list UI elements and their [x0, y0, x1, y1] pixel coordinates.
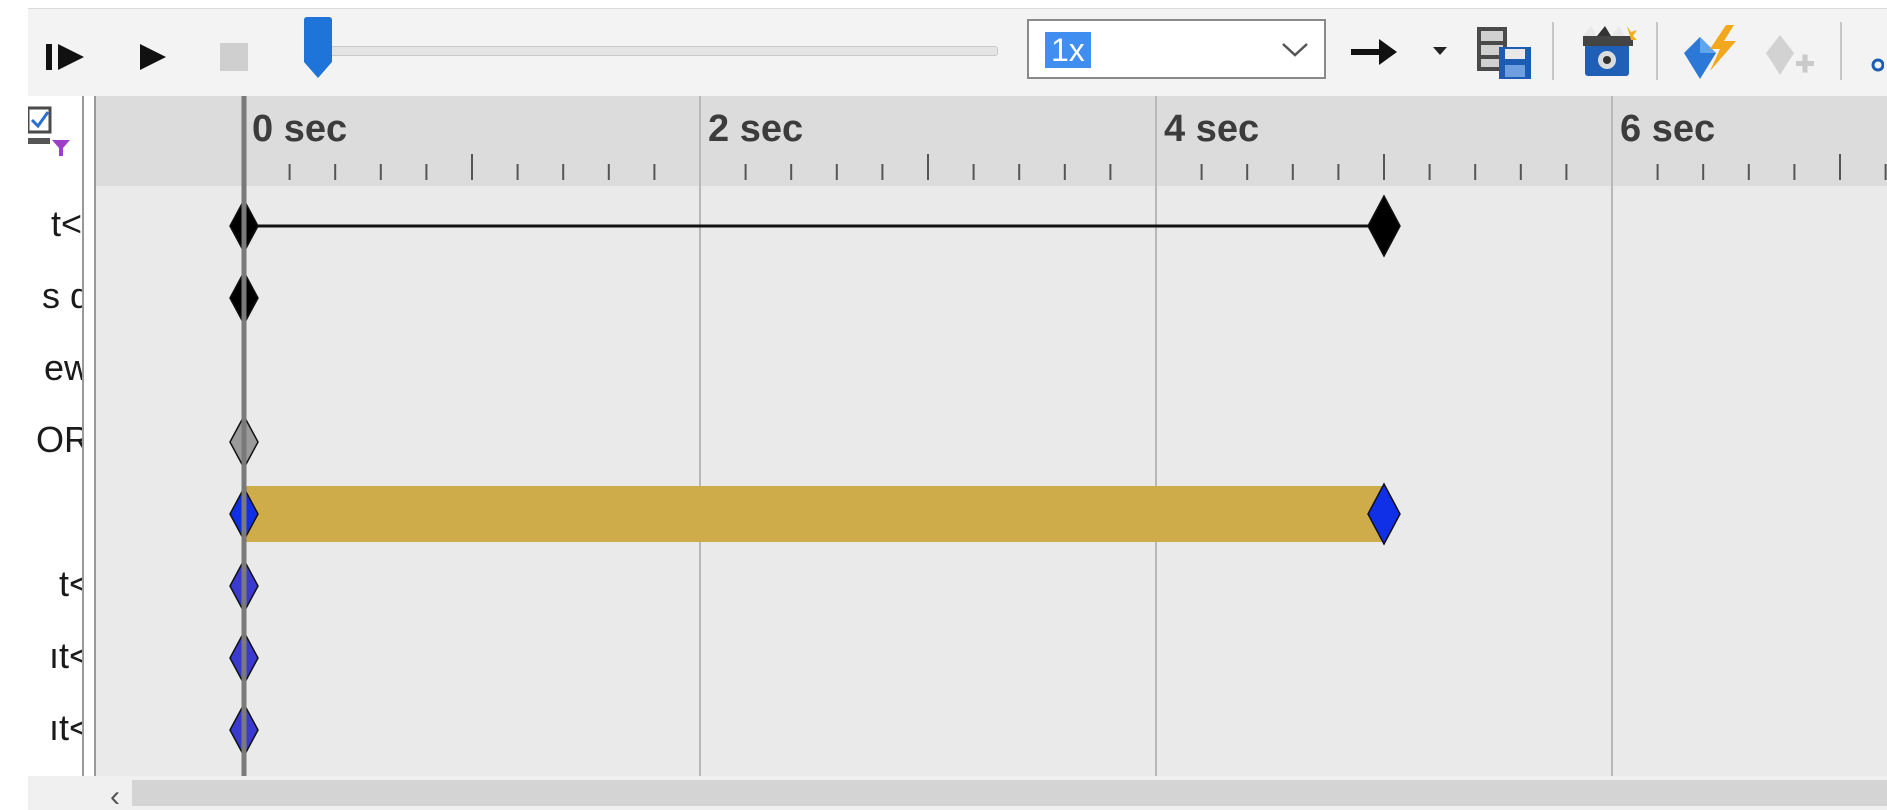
partial-icon — [1871, 58, 1884, 72]
speed-value: 1x — [1045, 32, 1091, 68]
camera-icon — [1583, 26, 1637, 76]
speed-dropdown[interactable]: 1x — [1027, 19, 1326, 79]
keyframe-marker — [1367, 194, 1401, 258]
next-key-button[interactable] — [1346, 30, 1402, 74]
stop-icon — [220, 43, 248, 71]
play-icon — [140, 44, 166, 70]
stop-button[interactable] — [212, 33, 256, 81]
step-play-button[interactable] — [42, 33, 90, 81]
step-play-icon — [46, 44, 84, 70]
track-label[interactable]: OR — [36, 420, 82, 460]
track-label[interactable]: ıt< — [49, 708, 82, 748]
column-splitter[interactable] — [82, 96, 96, 810]
filter-icon — [28, 106, 70, 156]
filter-tracks-button[interactable] — [28, 106, 78, 158]
track-label[interactable]: s d — [42, 276, 82, 316]
record-camera-button[interactable] — [1574, 20, 1642, 86]
track-name-column: t<l s d ew OR t< ıt< ıt< — [28, 96, 82, 776]
timeline-canvas[interactable] — [96, 96, 1887, 776]
play-button[interactable] — [130, 33, 174, 81]
speed-slider-track[interactable] — [322, 46, 998, 56]
horizontal-scrollbar[interactable] — [132, 780, 1887, 806]
set-key-button[interactable] — [1676, 20, 1744, 86]
next-key-dropdown[interactable] — [1426, 38, 1454, 64]
key-lightning-icon — [1684, 25, 1736, 79]
scroll-left-arrow-icon[interactable]: ‹ — [110, 782, 120, 810]
animation-bar — [244, 486, 1384, 542]
add-key-icon — [1766, 35, 1814, 75]
track-label[interactable]: t<l — [51, 204, 82, 244]
chevron-down-icon — [1282, 43, 1308, 57]
add-key-button[interactable] — [1760, 20, 1820, 86]
save-animation-button[interactable] — [1470, 20, 1538, 86]
track-label[interactable]: t< — [59, 564, 82, 604]
save-animation-icon — [1477, 27, 1531, 79]
speed-slider-thumb[interactable] — [302, 16, 334, 80]
track-label[interactable]: ew — [44, 348, 82, 388]
more-toolbar-icon[interactable] — [1864, 48, 1887, 78]
dropdown-caret-icon — [1433, 47, 1447, 55]
track-label[interactable]: ıt< — [49, 636, 82, 676]
arrow-right-icon — [1351, 39, 1397, 65]
